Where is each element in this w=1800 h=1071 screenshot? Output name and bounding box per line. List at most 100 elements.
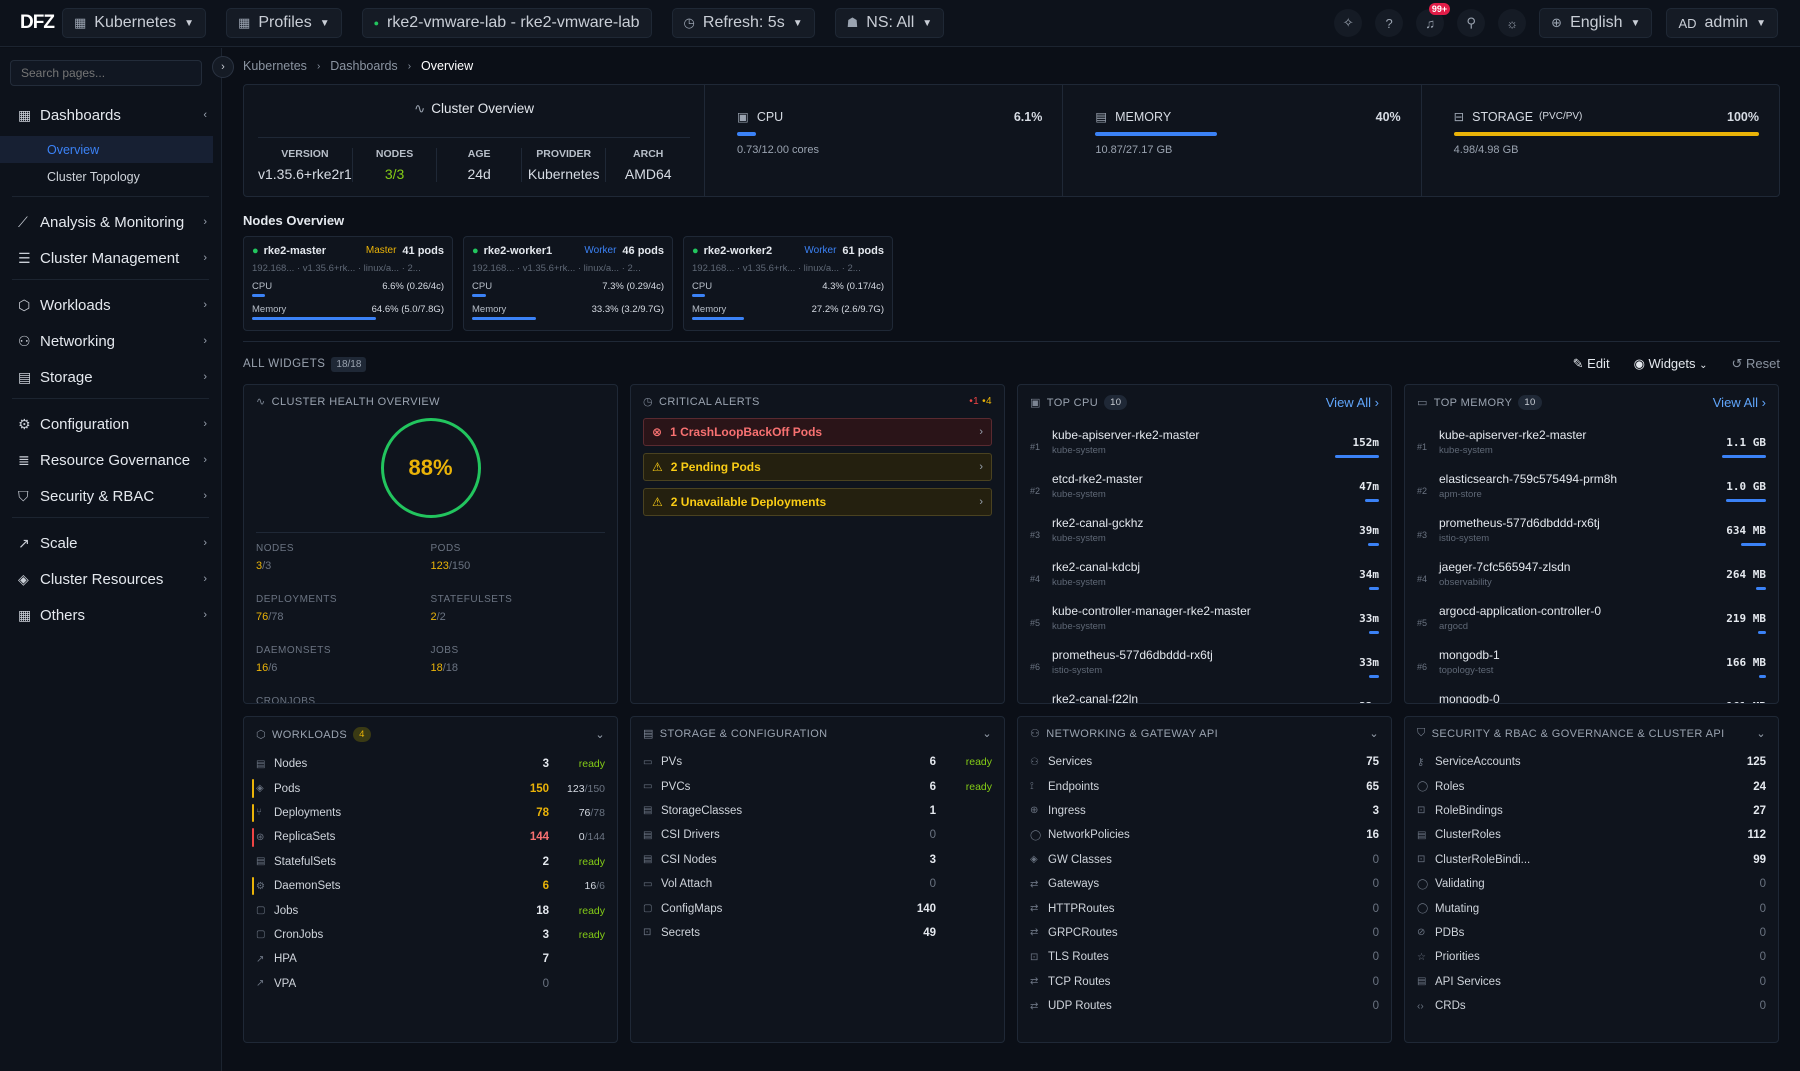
node-card[interactable]: ● rke2-master Master 41 pods 192.168... · v1… — [243, 236, 453, 331]
sidebar-item-cluster-management[interactable]: ☰ Cluster Management › — [0, 243, 221, 273]
sidebar-item-storage[interactable]: ▤ Storage › — [0, 362, 221, 392]
chevron-down-icon[interactable]: ⌄ — [595, 728, 605, 741]
resource-row-priorities[interactable]: ☆ Priorities 0 — [1417, 945, 1766, 969]
resource-row-roles[interactable]: ◯ Roles 24 — [1417, 774, 1766, 798]
resource-row-validating[interactable]: ◯ Validating 0 — [1417, 872, 1766, 896]
app-logo[interactable]: DFZ — [0, 12, 62, 34]
resource-row-hpa[interactable]: ↗ HPA 7 — [256, 947, 605, 971]
bell-icon[interactable]: ♫ 99+ — [1416, 3, 1451, 37]
resource-row-udp-routes[interactable]: ⇄ UDP Routes 0 — [1030, 994, 1379, 1018]
chevron-down-icon[interactable]: ⌄ — [982, 727, 992, 740]
resource-row-rolebindings[interactable]: ⊡ RoleBindings 27 — [1417, 799, 1766, 823]
resource-row-replicasets[interactable]: ⊛ ReplicaSets 144 0/144 — [252, 825, 605, 849]
top-list-item[interactable]: #2 elasticsearch-759c575494-prm8h apm-stor… — [1417, 464, 1766, 508]
language-selector[interactable]: ⊕ English ▼ — [1539, 8, 1653, 38]
sidebar-subitem-cluster-topology[interactable]: Cluster Topology — [0, 163, 221, 190]
sidebar-item-security-rbac[interactable]: ⛉ Security & RBAC › — [0, 481, 221, 511]
breadcrumb-item[interactable]: Dashboards — [330, 59, 397, 73]
sidebar-item-configuration[interactable]: ⚙ Configuration › — [0, 409, 221, 439]
node-card[interactable]: ● rke2-worker2 Worker 61 pods 192.168... · v… — [683, 236, 893, 331]
alert-item[interactable]: ⚠ 2 Unavailable Deployments › — [643, 488, 992, 516]
widgets-button[interactable]: ◉ Widgets ⌄ — [1634, 356, 1708, 372]
top-list-item[interactable]: #7mongodb-0topology-test161 MB — [1417, 684, 1766, 703]
sparkle-icon[interactable]: ✧ — [1334, 9, 1363, 37]
sidebar-subitem-overview[interactable]: Overview — [0, 136, 213, 163]
resource-row-csi-nodes[interactable]: ▤ CSI Nodes 3 — [643, 848, 992, 872]
resource-row-csi-drivers[interactable]: ▤ CSI Drivers 0 — [643, 823, 992, 847]
alert-item[interactable]: ⊗ 1 CrashLoopBackOff Pods › — [643, 418, 992, 446]
resource-row-httproutes[interactable]: ⇄ HTTPRoutes 0 — [1030, 896, 1379, 920]
resource-row-storageclasses[interactable]: ▤ StorageClasses 1 — [643, 799, 992, 823]
resource-row-cronjobs[interactable]: ▢ CronJobs 3 ready — [256, 923, 605, 947]
view-all-link[interactable]: View All › — [1713, 395, 1766, 410]
refresh-selector[interactable]: ◷ Refresh: 5s ▼ — [671, 8, 815, 38]
alert-item[interactable]: ⚠ 2 Pending Pods › — [643, 453, 992, 481]
sidebar-item-networking[interactable]: ⚇ Networking › — [0, 326, 221, 356]
resource-row-statefulsets[interactable]: ▤ StatefulSets 2 ready — [256, 850, 605, 874]
resource-row-serviceaccounts[interactable]: ⚷ ServiceAccounts 125 — [1417, 750, 1766, 774]
top-list-item[interactable]: #2 etcd-rke2-master kube-system 47m — [1030, 464, 1379, 508]
help-icon[interactable]: ? — [1375, 9, 1404, 37]
resource-row-clusterroles[interactable]: ▤ ClusterRoles 112 — [1417, 823, 1766, 847]
resource-row-networkpolicies[interactable]: ◯ NetworkPolicies 16 — [1030, 823, 1379, 847]
resource-row-api-services[interactable]: ▤ API Services 0 — [1417, 970, 1766, 994]
sidebar-item-analysis-monitoring[interactable]: ⟋ Analysis & Monitoring › — [0, 207, 221, 237]
sidebar-item-dashboards[interactable]: ▦ Dashboards ‹ — [0, 100, 221, 130]
user-menu[interactable]: AD admin ▼ — [1666, 8, 1778, 38]
sidebar-item-cluster-resources[interactable]: ◈ Cluster Resources › — [0, 564, 221, 594]
resource-row-vol-attach[interactable]: ▭ Vol Attach 0 — [643, 872, 992, 896]
breadcrumb-item[interactable]: Kubernetes — [243, 59, 307, 73]
resource-row-configmaps[interactable]: ▢ ConfigMaps 140 — [643, 896, 992, 920]
resource-row-mutating[interactable]: ◯ Mutating 0 — [1417, 896, 1766, 920]
resource-row-secrets[interactable]: ⊡ Secrets 49 — [643, 921, 992, 945]
resource-row-gw-classes[interactable]: ◈ GW Classes 0 — [1030, 848, 1379, 872]
resource-row-pdbs[interactable]: ⊘ PDBs 0 — [1417, 921, 1766, 945]
resource-row-grpcroutes[interactable]: ⇄ GRPCRoutes 0 — [1030, 921, 1379, 945]
resource-row-ingress[interactable]: ⊕ Ingress 3 — [1030, 799, 1379, 823]
top-list-item[interactable]: #1 kube-apiserver-rke2-master kube-system 1… — [1030, 420, 1379, 464]
chevron-down-icon[interactable]: ⌄ — [1369, 727, 1379, 740]
resource-row-deployments[interactable]: ⑂ Deployments 78 76/78 — [252, 801, 605, 825]
resource-row-vpa[interactable]: ↗ VPA 0 — [256, 972, 605, 996]
top-list-item[interactable]: #5 argocd-application-controller-0 argocd 2… — [1417, 596, 1766, 640]
node-card[interactable]: ● rke2-worker1 Worker 46 pods 192.168... · v… — [463, 236, 673, 331]
resource-row-daemonsets[interactable]: ⚙ DaemonSets 6 16/6 — [252, 874, 605, 898]
sun-icon[interactable]: ☼ — [1498, 9, 1527, 37]
sidebar-item-workloads[interactable]: ⬡ Workloads › — [0, 290, 221, 320]
top-list-item[interactable]: #4 rke2-canal-kdcbj kube-system 34m — [1030, 552, 1379, 596]
resource-row-clusterrolebindi-[interactable]: ⊡ ClusterRoleBindi... 99 — [1417, 848, 1766, 872]
resource-row-tls-routes[interactable]: ⊡ TLS Routes 0 — [1030, 945, 1379, 969]
resource-row-pvs[interactable]: ▭ PVs 6 ready — [643, 750, 992, 774]
view-all-link[interactable]: View All › — [1326, 395, 1379, 410]
pin-icon[interactable]: ⚲ — [1457, 9, 1486, 37]
top-list-item[interactable]: #3 rke2-canal-gckhz kube-system 39m — [1030, 508, 1379, 552]
top-list-item[interactable]: #6 prometheus-577d6dbddd-rx6tj istio-syste… — [1030, 640, 1379, 684]
resource-row-pvcs[interactable]: ▭ PVCs 6 ready — [643, 774, 992, 798]
top-list-item[interactable]: #1 kube-apiserver-rke2-master kube-system 1… — [1417, 420, 1766, 464]
top-list-item[interactable]: #5 kube-controller-manager-rke2-master kub… — [1030, 596, 1379, 640]
resource-row-nodes[interactable]: ▤ Nodes 3 ready — [256, 752, 605, 776]
resource-row-jobs[interactable]: ▢ Jobs 18 ready — [256, 898, 605, 922]
top-list-item[interactable]: #6 mongodb-1 topology-test 166 MB — [1417, 640, 1766, 684]
collapse-sidebar-button[interactable]: › — [212, 56, 234, 78]
resource-row-crds[interactable]: ‹› CRDs 0 — [1417, 994, 1766, 1018]
chevron-down-icon[interactable]: ⌄ — [1756, 727, 1766, 740]
resource-row-services[interactable]: ⚇ Services 75 — [1030, 750, 1379, 774]
sidebar-item-scale[interactable]: ↗ Scale › — [0, 528, 221, 558]
resource-row-gateways[interactable]: ⇄ Gateways 0 — [1030, 872, 1379, 896]
resource-row-tcp-routes[interactable]: ⇄ TCP Routes 0 — [1030, 970, 1379, 994]
search-pages-input[interactable] — [10, 60, 202, 86]
profiles-selector[interactable]: ▦ Profiles ▼ — [226, 8, 342, 38]
resource-row-endpoints[interactable]: ⟟ Endpoints 65 — [1030, 774, 1379, 798]
sidebar-item-others[interactable]: ▦ Others › — [0, 600, 221, 630]
top-list-item[interactable]: #7rke2-canal-f22lnkube-system32m — [1030, 684, 1379, 703]
resource-row-pods[interactable]: ◈ Pods 150 123/150 — [252, 776, 605, 800]
top-list-item[interactable]: #4 jaeger-7cfc565947-zlsdn observability 26… — [1417, 552, 1766, 596]
top-list-item[interactable]: #3 prometheus-577d6dbddd-rx6tj istio-syste… — [1417, 508, 1766, 552]
namespace-selector[interactable]: ☗ NS: All ▼ — [834, 8, 945, 38]
cluster-selector[interactable]: ● rke2-vmware-lab - rke2-vmware-lab — [361, 8, 652, 38]
reset-button[interactable]: ↺ Reset — [1732, 356, 1780, 372]
edit-button[interactable]: ✎ Edit — [1573, 356, 1610, 372]
context-selector[interactable]: ▦ Kubernetes ▼ — [62, 8, 207, 38]
sidebar-item-resource-governance[interactable]: ≣ Resource Governance › — [0, 445, 221, 475]
